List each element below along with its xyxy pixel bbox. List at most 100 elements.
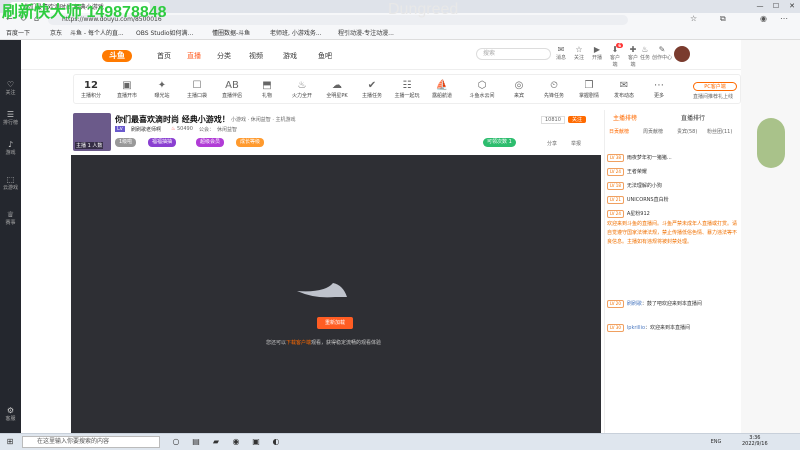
profile-icon[interactable]: ◉ — [760, 14, 767, 23]
share-button[interactable]: 分享 — [547, 140, 557, 147]
toolbar-item[interactable]: ◎ 来宾 — [504, 79, 534, 99]
tab-vip[interactable]: 贵宾(58) — [677, 127, 697, 138]
game-icon: ♪ — [7, 140, 14, 149]
taskview-icon[interactable]: ○ — [170, 436, 182, 448]
list-item[interactable]: LV 24 王者荣耀 — [607, 166, 737, 178]
bookmark[interactable]: 懂圈数据-斗鱼 — [212, 29, 250, 38]
tab-fans[interactable]: 粉丝团(11) — [707, 127, 732, 138]
bookmark[interactable]: OBS Studio如何满... — [136, 29, 193, 38]
toolbar-item[interactable]: ⋯ 更多 — [644, 79, 674, 99]
broadcast-button[interactable]: ▶ 开播 — [590, 45, 604, 61]
gift-icon: ⬒ — [262, 80, 272, 91]
clock[interactable]: 3:36 2022/9/16 — [742, 435, 768, 447]
bookmark[interactable]: 程引动漫-专注动漫... — [338, 29, 394, 38]
promo-badge[interactable] — [757, 118, 785, 168]
streamer-rank-tab[interactable]: 主播排榜 — [613, 113, 637, 122]
list-item[interactable]: LV 24 A星粉912 — [607, 208, 737, 220]
toolbar-item[interactable]: ✔ 主播任务 — [357, 79, 387, 99]
breadcrumb[interactable]: 小游戏 · 休闲益智 · 主机游戏 — [231, 116, 296, 123]
bookmark[interactable]: 老师班, 小游戏务... — [270, 29, 322, 38]
heart-icon: ♡ — [6, 80, 15, 89]
reload-button[interactable]: 重新加载 — [317, 317, 353, 329]
room-thumbnail[interactable]: 主播 1 人数 — [73, 113, 111, 151]
tag[interactable]: 成长等级 — [236, 138, 265, 147]
tag[interactable]: 1级啦 — [115, 138, 137, 147]
level-display[interactable]: 12 主播积分 — [76, 79, 106, 99]
bookmark[interactable]: 百度一下 — [6, 29, 30, 38]
minimize-icon[interactable]: — — [752, 0, 768, 13]
input-language[interactable]: ENG — [710, 436, 722, 448]
nav-live[interactable]: 直播 — [187, 51, 201, 61]
nav-category[interactable]: 分类 — [217, 51, 231, 61]
list-item[interactable]: LV 18 无法理解的小狗 — [607, 180, 737, 192]
report-button[interactable]: 举报 — [571, 140, 581, 147]
collections-icon[interactable]: ⧉ — [720, 14, 726, 24]
nav-home[interactable]: 首页 — [157, 51, 171, 61]
host-name[interactable]: 刷刷歌老师啊 — [131, 126, 161, 133]
toolbar-item[interactable]: AB 直播伴侣 — [217, 79, 247, 99]
list-icon: ☰ — [6, 110, 15, 119]
list-item[interactable]: LV 38 雨夜梦年初一猪猪... — [607, 152, 737, 164]
bookmark[interactable]: 斗鱼 - 每个人的直... — [70, 29, 124, 38]
menu-icon[interactable]: ⋯ — [780, 14, 788, 23]
tag[interactable]: 超级会员 — [196, 138, 225, 147]
task-claim-button[interactable]: 可领次数 1 — [483, 138, 516, 147]
search-input[interactable]: 搜索 — [476, 48, 551, 60]
toolbar-item[interactable]: ☷ 主播一起玩 — [392, 79, 422, 99]
list-item[interactable]: LV 21 UNICORNS直白粉 — [607, 194, 737, 206]
windows-icon[interactable]: ⊞ — [4, 436, 16, 448]
sidebar-item-cloud-game[interactable]: ⬚ 云游戏 — [0, 175, 21, 191]
book-icon: ❒ — [584, 80, 594, 91]
download-client-link[interactable]: 下载客户端 — [286, 340, 311, 346]
close-icon[interactable]: ✕ — [784, 0, 800, 13]
tag[interactable]: 福福抽抽 — [148, 138, 177, 147]
live-rank-tab[interactable]: 直播排行 — [681, 113, 705, 122]
video-player[interactable]: 重新加载 您还可以下载客户端观看，获得稳定流畅的观看体验 — [71, 155, 601, 433]
sidebar-item-events[interactable]: ♕ 赛事 — [0, 210, 21, 226]
sidebar-item-rank[interactable]: ☰ 排行榜 — [0, 110, 21, 126]
app-icon[interactable]: ▣ — [250, 436, 262, 448]
bookmark[interactable]: 京东 — [50, 29, 62, 38]
toolbar-item[interactable]: ⬡ 斗鱼水云间 — [462, 79, 502, 99]
sidebar-item-follow[interactable]: ♡ 关注 — [0, 80, 21, 96]
sidebar-item-game[interactable]: ♪ 游戏 — [0, 140, 21, 156]
toolbar-item[interactable]: ☐ 主播口袋 — [182, 79, 212, 99]
maximize-icon[interactable]: ☐ — [768, 0, 784, 13]
room-info: 主播 1 人数 你们最喜欢滴时尚 经典小游戏！ Lv 刷刷歌老师啊 ♨ 5049… — [73, 110, 601, 155]
toolbar-item[interactable]: ☁ 全明星PK — [322, 79, 352, 99]
taskbar-search[interactable]: 在这里输入你要搜索的内容 — [22, 436, 160, 448]
message-button[interactable]: ✉ 消息 — [554, 45, 568, 61]
files-icon[interactable]: ▤ — [190, 436, 202, 448]
avatar[interactable] — [674, 46, 690, 62]
tab-daily[interactable]: 日贡献榜 — [609, 127, 629, 138]
creator-center-button[interactable]: ✎ 创作中心 — [652, 45, 672, 61]
nav-video[interactable]: 视频 — [249, 51, 263, 61]
tab-weekly[interactable]: 周贡献榜 — [643, 127, 663, 138]
douyu-logo[interactable]: 斗鱼 — [102, 50, 132, 62]
nav-fishbar[interactable]: 鱼吧 — [318, 51, 332, 61]
toolbar-item[interactable]: ⬒ 礼物 — [252, 79, 282, 99]
obs-icon[interactable]: ◉ — [230, 436, 242, 448]
toolbar-item[interactable]: ⛵ 露船航道 — [427, 79, 457, 99]
category-link[interactable]: 休闲益智 — [217, 126, 237, 133]
client-download-button[interactable]: ⬇ 客户端 6 — [608, 43, 623, 68]
explorer-icon[interactable]: ▰ — [210, 436, 222, 448]
toolbar-item[interactable]: ♨ 火力全开 — [287, 79, 317, 99]
toolbar-item[interactable]: ⏲ 先锋任务 — [539, 79, 569, 99]
edge-icon[interactable]: ◐ — [270, 436, 282, 448]
toolbar-item[interactable]: ❒ 掌握剧情 — [574, 79, 604, 99]
toolbar-item[interactable]: ▣ 直播开市 — [112, 79, 142, 99]
chat-message: LV 20 刷刷歌：鼓了吧欢迎来到本直播间 — [607, 300, 737, 308]
task-button[interactable]: ♨ 任务 — [638, 45, 652, 61]
timer-icon: ⏲ — [550, 80, 558, 91]
toolbar-item[interactable]: ✦ 曝光站 — [147, 79, 177, 99]
toolbar-item[interactable]: ✉ 发布动态 — [609, 79, 639, 99]
follow-button[interactable]: ☆ 关注 — [572, 45, 586, 61]
streamer-toolbar: 12 主播积分 ▣ 直播开市 ✦ 曝光站 ☐ 主播口袋 AB 直播伴侣 ⬒ 礼物 ♨ 火力全开… — [73, 74, 741, 104]
follow-button[interactable]: 关注 — [568, 116, 587, 123]
favorite-icon[interactable]: ☆ — [690, 14, 697, 23]
nav-games[interactable]: 游戏 — [283, 51, 297, 61]
taskbar: ⊞ 在这里输入你要搜索的内容 ○ ▤ ▰ ◉ ▣ ◐ ENG 3:36 2022/… — [0, 433, 800, 450]
sidebar-item-service[interactable]: ⚙ 客服 — [0, 406, 21, 422]
pc-client-button[interactable]: PC客户端 — [693, 82, 737, 91]
